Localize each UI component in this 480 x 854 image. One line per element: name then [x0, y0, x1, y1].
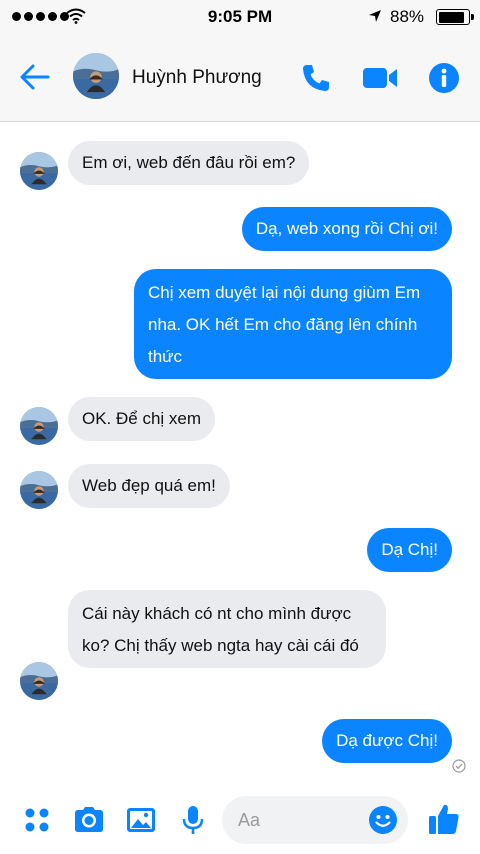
contact-name[interactable]: Huỳnh Phương	[132, 67, 262, 89]
outgoing-message[interactable]: Dạ được Chị!	[322, 719, 452, 763]
apps-grid-icon[interactable]	[20, 803, 54, 837]
contact-avatar[interactable]	[73, 53, 119, 99]
status-bar: 9:05 PM 88%	[0, 0, 480, 34]
back-arrow-icon[interactable]	[18, 60, 52, 94]
battery-icon	[436, 9, 474, 25]
incoming-message[interactable]: Cái này khách có nt cho mình được ko? Ch…	[68, 590, 386, 668]
contact-avatar-small[interactable]	[20, 152, 58, 190]
emoji-icon[interactable]	[368, 805, 398, 835]
video-camera-icon[interactable]	[362, 64, 398, 92]
microphone-icon[interactable]	[176, 803, 210, 837]
seen-check-icon	[452, 759, 466, 773]
outgoing-message[interactable]: Dạ, web xong rồi Chị ơi!	[241, 207, 452, 251]
battery-percentage: 88%	[390, 7, 425, 26]
message-input-container[interactable]	[222, 796, 408, 844]
chat-header: Huỳnh Phương	[0, 34, 480, 122]
incoming-message[interactable]: OK. Để chị xem	[68, 397, 216, 441]
message-list[interactable]: Em ơi, web đến đâu rồi em? Dạ, web xong …	[0, 123, 480, 785]
message-input[interactable]	[238, 796, 358, 844]
thumbs-up-icon[interactable]	[426, 801, 462, 837]
contact-avatar-small[interactable]	[20, 662, 58, 700]
image-icon[interactable]	[124, 803, 158, 837]
contact-avatar-small[interactable]	[20, 407, 58, 445]
outgoing-message[interactable]: Dạ Chị!	[367, 528, 452, 572]
incoming-message[interactable]: Web đẹp quá em!	[68, 464, 230, 508]
camera-icon[interactable]	[72, 803, 106, 837]
contact-avatar-small[interactable]	[20, 471, 58, 509]
outgoing-message[interactable]: Chị xem duyệt lại nội dung giùm Em nha. …	[134, 269, 452, 379]
phone-icon[interactable]	[300, 62, 332, 94]
info-icon[interactable]	[428, 62, 460, 94]
location-arrow-icon	[369, 10, 381, 22]
message-composer	[0, 785, 480, 854]
incoming-message[interactable]: Em ơi, web đến đâu rồi em?	[68, 141, 310, 185]
